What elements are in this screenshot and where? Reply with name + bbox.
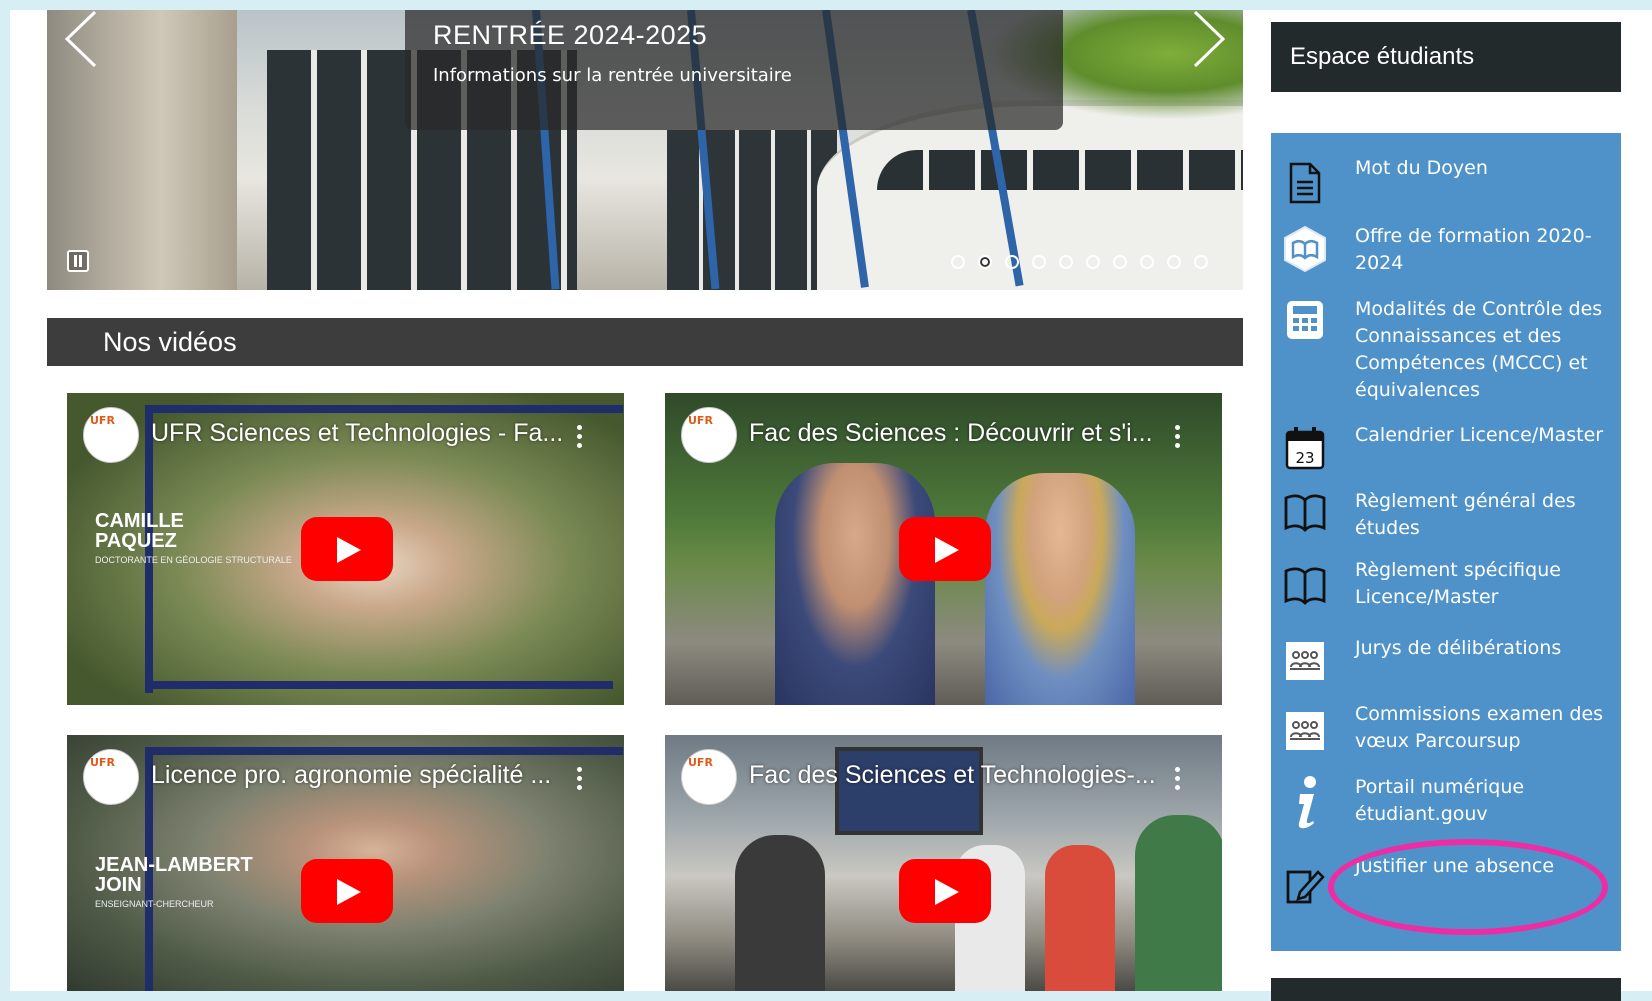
channel-avatar[interactable]	[83, 407, 139, 463]
slider-dot-5[interactable]	[1059, 255, 1073, 269]
slider-dot-2[interactable]	[978, 255, 992, 269]
play-button-icon[interactable]	[899, 517, 991, 581]
sidebar-heading: Espace étudiants	[1290, 43, 1475, 70]
sidebar-item-label[interactable]: Justifier une absence	[1355, 853, 1610, 880]
videos-heading: Nos vidéos	[103, 327, 237, 357]
edit-form-icon	[1283, 863, 1327, 907]
sidebar-item-label[interactable]: Règlement général des études	[1355, 488, 1610, 542]
slider-dot-8[interactable]	[1140, 255, 1154, 269]
video-title[interactable]: Fac des Sciences et Technologies-...	[749, 761, 1156, 790]
channel-avatar[interactable]	[681, 407, 737, 463]
pause-icon[interactable]	[67, 250, 89, 272]
slide-subtitle: Informations sur la rentrée universitair…	[433, 65, 792, 86]
open-book-icon	[1283, 490, 1327, 534]
slider-dot-10[interactable]	[1194, 255, 1208, 269]
more-options-icon[interactable]	[1175, 767, 1180, 794]
sidebar-next-block	[1271, 978, 1621, 1001]
svg-text:23: 23	[1295, 449, 1314, 467]
slider-pagination	[951, 255, 1208, 269]
sidebar-item-label[interactable]: Modalités de Contrôle des Connaissances …	[1355, 296, 1610, 404]
play-button-icon[interactable]	[899, 859, 991, 923]
jury-icon	[1283, 639, 1327, 683]
video-embed-2[interactable]: Fac des Sciences : Découvrir et s'i...	[665, 393, 1222, 705]
video-name-tag: CAMILLE PAQUEZ DOCTORANTE EN GÉOLOGIE ST…	[95, 510, 292, 565]
sidebar-item-label[interactable]: Règlement spécifique Licence/Master	[1355, 557, 1610, 611]
slider-dot-4[interactable]	[1032, 255, 1046, 269]
student-links-panel: Mot du Doyen Offre de formation 2020-202…	[1271, 133, 1621, 951]
slider-dot-7[interactable]	[1113, 255, 1127, 269]
calendar-icon: 23	[1283, 426, 1327, 470]
video-embed-3[interactable]: JEAN-LAMBERT JOIN ENSEIGNANT-CHERCHEUR L…	[67, 735, 624, 991]
slider-prev-arrow-icon[interactable]	[55, 10, 105, 74]
videos-section-header: Nos vidéos	[47, 318, 1243, 366]
video-embed-4[interactable]: Fac des Sciences et Technologies-...	[665, 735, 1222, 991]
more-options-icon[interactable]	[577, 425, 582, 452]
open-book-icon	[1283, 563, 1327, 607]
page: RENTRÉE 2024-2025 Informations sur la re…	[10, 10, 1652, 1001]
document-icon	[1283, 161, 1327, 205]
slider-dot-9[interactable]	[1167, 255, 1181, 269]
sidebar-header: Espace étudiants	[1271, 22, 1621, 92]
play-button-icon[interactable]	[301, 517, 393, 581]
sidebar-item-label[interactable]: Portail numérique étudiant.gouv	[1355, 774, 1610, 828]
hero-slider[interactable]: RENTRÉE 2024-2025 Informations sur la re…	[47, 10, 1243, 290]
slide-title[interactable]: RENTRÉE 2024-2025	[433, 20, 707, 51]
jury-icon	[1283, 709, 1327, 753]
calculator-icon	[1283, 298, 1327, 342]
sidebar-item-label[interactable]: Mot du Doyen	[1355, 155, 1610, 182]
video-title[interactable]: UFR Sciences et Technologies - Fa...	[151, 419, 563, 448]
video-name-tag: JEAN-LAMBERT JOIN ENSEIGNANT-CHERCHEUR	[95, 854, 253, 909]
video-title[interactable]: Fac des Sciences : Découvrir et s'i...	[749, 419, 1153, 448]
slide-caption[interactable]: RENTRÉE 2024-2025 Informations sur la re…	[405, 10, 1063, 130]
slider-dot-1[interactable]	[951, 255, 965, 269]
more-options-icon[interactable]	[1175, 425, 1180, 452]
play-button-icon[interactable]	[301, 859, 393, 923]
slider-dot-6[interactable]	[1086, 255, 1100, 269]
sidebar-item-label[interactable]: Offre de formation 2020-2024	[1355, 223, 1610, 277]
book-hexagon-icon	[1283, 225, 1327, 273]
info-icon	[1283, 774, 1327, 830]
video-title[interactable]: Licence pro. agronomie spécialité ...	[151, 761, 551, 790]
channel-avatar[interactable]	[83, 749, 139, 805]
slider-next-arrow-icon[interactable]	[1185, 10, 1235, 74]
sidebar-item-label[interactable]: Jurys de délibérations	[1355, 635, 1610, 662]
sidebar-item-label[interactable]: Calendrier Licence/Master	[1355, 422, 1610, 449]
sidebar-item-label[interactable]: Commissions examen des vœux Parcoursup	[1355, 701, 1610, 755]
video-embed-1[interactable]: CAMILLE PAQUEZ DOCTORANTE EN GÉOLOGIE ST…	[67, 393, 624, 705]
channel-avatar[interactable]	[681, 749, 737, 805]
more-options-icon[interactable]	[577, 767, 582, 794]
slider-dot-3[interactable]	[1005, 255, 1019, 269]
